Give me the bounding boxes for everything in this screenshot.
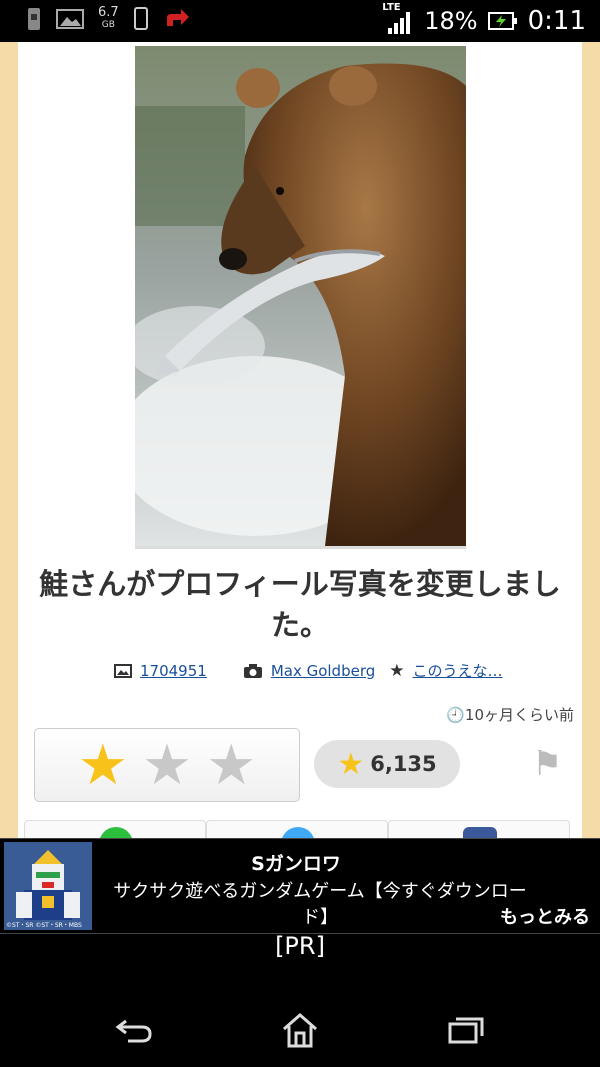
rating-star-2[interactable]: ★ [142,733,192,798]
storage-unit: GB [101,20,115,30]
ad-thumb-credit: ©ST・SR ©ST・SR・MBS [6,922,82,929]
upload-icon [166,9,189,26]
signal-icon [388,12,411,34]
image-icon [114,663,132,678]
clock-icon: 🕘 [446,706,465,724]
status-icons-right: LTE 18% 0:11 [382,2,586,36]
star-icon: ★ [389,660,405,681]
home-icon [283,1013,317,1048]
clock: 0:11 [527,6,586,36]
time-ago: 10ヶ月くらい前 [464,706,574,724]
home-button[interactable] [270,1007,330,1053]
pr-label: [PR] [275,932,325,960]
battery-charging-icon [487,12,517,30]
ad-thumbnail[interactable]: ©ST・SR ©ST・SR・MBS [4,842,92,930]
page-background: 鮭さんがプロフィール写真を変更しました。 1704951 Max Goldber… [0,42,600,841]
image-id-link[interactable]: 1704951 [140,662,207,680]
post-photo[interactable] [135,46,466,546]
post-meta: 1704951 Max Goldberg ★ このうえな… [114,660,503,681]
sim-icon [28,8,40,30]
back-icon [115,1019,152,1043]
ad-banner[interactable]: ©ST・SR ©ST・SR・MBS Sガンロワ サクサク遊べるガンダムゲーム【今… [0,838,600,934]
storage-indicator: 6.7 GB [98,6,119,32]
gundam-robot-image [4,842,92,930]
post-card: 鮭さんがプロフィール写真を変更しました。 1704951 Max Goldber… [18,42,582,841]
rating-star-1[interactable]: ★ [78,733,128,798]
bear-with-salmon-image [135,46,466,546]
ad-title: Sガンロワ [251,853,341,875]
status-icons-left: 6.7 GB [26,6,191,32]
gallery-icon [56,9,84,29]
battery-percent: 18% [424,7,478,35]
rating-star-3[interactable]: ★ [206,733,256,798]
back-button[interactable] [104,1007,164,1053]
storage-value: 6.7 [98,5,119,20]
photo-divider [135,546,466,549]
like-count: 6,135 [370,752,437,776]
signal-indicator: LTE [382,2,414,36]
like-count-button[interactable]: ★ 6,135 [314,740,460,788]
status-bar: 6.7 GB LTE 18% 0:11 [0,0,600,42]
photographer-link[interactable]: Max Goldberg [271,662,375,680]
recent-apps-icon [448,1017,484,1044]
post-time: 🕘10ヶ月くらい前 [446,704,574,725]
like-star-icon: ★ [337,746,365,782]
ad-description: サクサク遊べるガンダムゲーム【今すぐダウンロード】 [113,881,527,928]
navigation-bar [0,995,600,1067]
post-title: 鮭さんがプロフィール写真を変更しました。 [39,567,561,642]
ad-more-button[interactable]: もっとみる [500,903,590,929]
recent-apps-button[interactable] [436,1007,496,1053]
rating-stars: ★ ★ ★ [34,728,300,802]
report-flag-icon[interactable]: ⚑ [532,744,562,784]
phone-icon [133,7,148,30]
camera-icon [243,663,262,678]
source-link[interactable]: このうえな… [413,660,503,681]
